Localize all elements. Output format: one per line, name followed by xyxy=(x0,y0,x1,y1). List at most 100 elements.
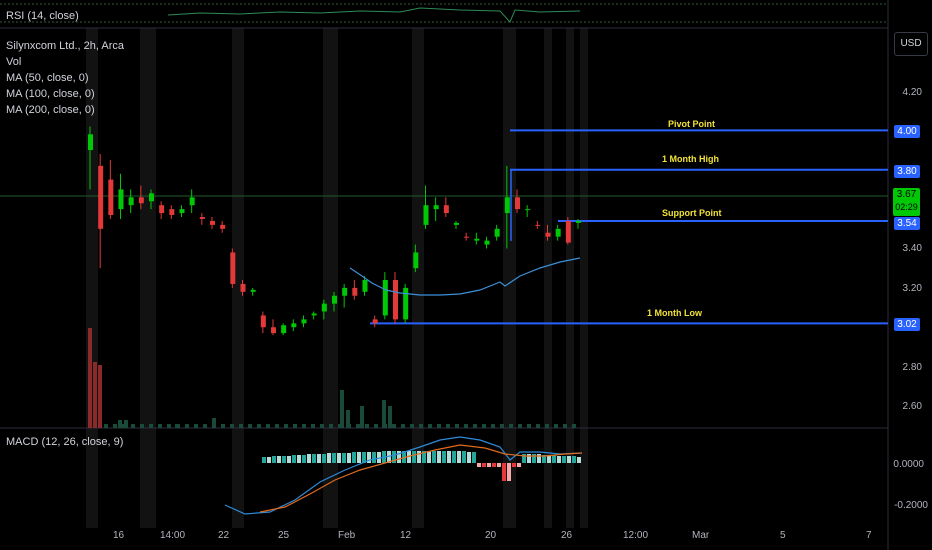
macd-histogram-bar xyxy=(572,456,576,463)
macd-histogram-bar xyxy=(507,463,511,481)
macd-histogram-bar xyxy=(462,451,466,463)
volume-bar xyxy=(347,424,351,428)
macd-histogram-bar xyxy=(432,451,436,463)
candle-body xyxy=(464,236,470,238)
candle-body xyxy=(352,287,358,296)
volume-bar xyxy=(428,424,432,428)
volume-bar xyxy=(473,424,477,428)
macd-histogram-bar xyxy=(292,455,296,463)
candle-body xyxy=(260,315,266,328)
macd-histogram-bar xyxy=(427,451,431,463)
candle-body xyxy=(118,189,124,210)
currency-button[interactable]: USD xyxy=(894,32,928,56)
macd-tick: 0.0000 xyxy=(893,459,924,470)
volume-bar xyxy=(545,424,549,428)
time-tick: 14:00 xyxy=(160,530,186,541)
volume-bar xyxy=(275,424,279,428)
legend-ma100[interactable]: MA (100, close, 0) xyxy=(6,86,124,102)
macd-histogram-bar xyxy=(317,454,321,463)
candle-body xyxy=(179,209,185,214)
macd-histogram-bar xyxy=(492,463,496,467)
volume-bar xyxy=(239,424,243,428)
volume-bar xyxy=(113,424,117,428)
last-price-value: 3.67 xyxy=(896,189,917,200)
symbol-title: Silynxcom Ltd., 2h, Arca xyxy=(6,40,124,52)
macd-tick: -0.2000 xyxy=(894,500,928,511)
macd-histogram-bar xyxy=(557,456,561,463)
candle-body xyxy=(413,252,419,269)
candle-body xyxy=(108,179,114,216)
legend-vol[interactable]: Vol xyxy=(6,54,124,70)
volume-bar xyxy=(257,424,261,428)
volume-bar xyxy=(383,424,387,428)
volume-bar xyxy=(293,424,297,428)
volume-bar xyxy=(491,424,495,428)
volume-bar xyxy=(158,424,162,428)
volume-bar xyxy=(464,424,468,428)
macd-histogram-bar xyxy=(307,454,311,463)
legend-ma50[interactable]: MA (50, close, 0) xyxy=(6,70,124,86)
volume-bar xyxy=(338,424,342,428)
time-tick: 16 xyxy=(113,530,125,541)
macd-histogram-bar xyxy=(312,454,316,463)
time-tick: 12:00 xyxy=(623,530,649,541)
candle-body xyxy=(555,228,561,237)
support-price-tag: 3.54 xyxy=(894,217,920,230)
candle-body xyxy=(321,303,327,312)
volume-bar xyxy=(446,424,450,428)
macd-histogram-bar xyxy=(282,456,286,463)
macd-legend: MACD (12, 26, close, 9) xyxy=(6,436,124,448)
volume-bar xyxy=(140,424,144,428)
volume-bar xyxy=(167,424,171,428)
candle-body xyxy=(393,280,398,320)
macd-histogram-bar xyxy=(272,456,276,463)
candle-body xyxy=(484,240,490,245)
main-legend: Silynxcom Ltd., 2h, Arca Vol MA (50, clo… xyxy=(6,38,124,118)
candle-body xyxy=(199,217,205,219)
candle-body xyxy=(454,222,459,225)
time-tick: 7 xyxy=(866,530,872,541)
macd-histogram-bar xyxy=(517,463,521,467)
candle-body xyxy=(159,205,165,214)
volume-bar xyxy=(88,328,92,428)
candle-body xyxy=(576,220,581,223)
volume-bar xyxy=(509,424,513,428)
macd-histogram-bar xyxy=(472,452,476,463)
session-band xyxy=(140,28,156,528)
macd-histogram-bar xyxy=(327,453,331,463)
volume-bar xyxy=(388,406,392,428)
volume-bar xyxy=(104,424,108,428)
pivot-point-label: Pivot Point xyxy=(668,119,715,129)
month-low-label: 1 Month Low xyxy=(647,308,702,318)
macd-histogram-bar xyxy=(482,463,486,467)
volume-bar xyxy=(527,424,531,428)
macd-histogram-bar xyxy=(497,463,501,467)
candle-body xyxy=(291,323,297,328)
candle-body xyxy=(433,205,439,210)
volume-bar xyxy=(572,424,576,428)
chart-canvas[interactable] xyxy=(0,0,932,550)
candle-body xyxy=(525,209,531,211)
volume-bar xyxy=(118,420,122,428)
macd-histogram-bar xyxy=(447,451,451,463)
candle-body xyxy=(342,287,348,296)
macd-histogram-bar xyxy=(277,456,281,463)
macd-histogram-bar xyxy=(532,454,536,463)
macd-histogram-bar xyxy=(442,451,446,463)
time-tick: 20 xyxy=(485,530,497,541)
month-high-price-tag: 3.80 xyxy=(894,165,920,178)
candle-body xyxy=(494,228,500,237)
legend-ma200[interactable]: MA (200, close, 0) xyxy=(6,102,124,118)
macd-histogram-bar xyxy=(502,463,506,481)
rsi-line xyxy=(167,7,581,23)
candle-body xyxy=(240,283,246,292)
volume-bar xyxy=(302,424,306,428)
macd-histogram-bar xyxy=(477,463,481,467)
price-tick: 3.20 xyxy=(902,283,922,294)
macd-histogram-bar xyxy=(487,463,491,467)
macd-histogram-bar xyxy=(297,455,301,463)
macd-histogram-bar xyxy=(412,451,416,463)
candle-body xyxy=(535,224,541,226)
macd-histogram-bar xyxy=(322,454,326,463)
time-tick: 25 xyxy=(278,530,290,541)
